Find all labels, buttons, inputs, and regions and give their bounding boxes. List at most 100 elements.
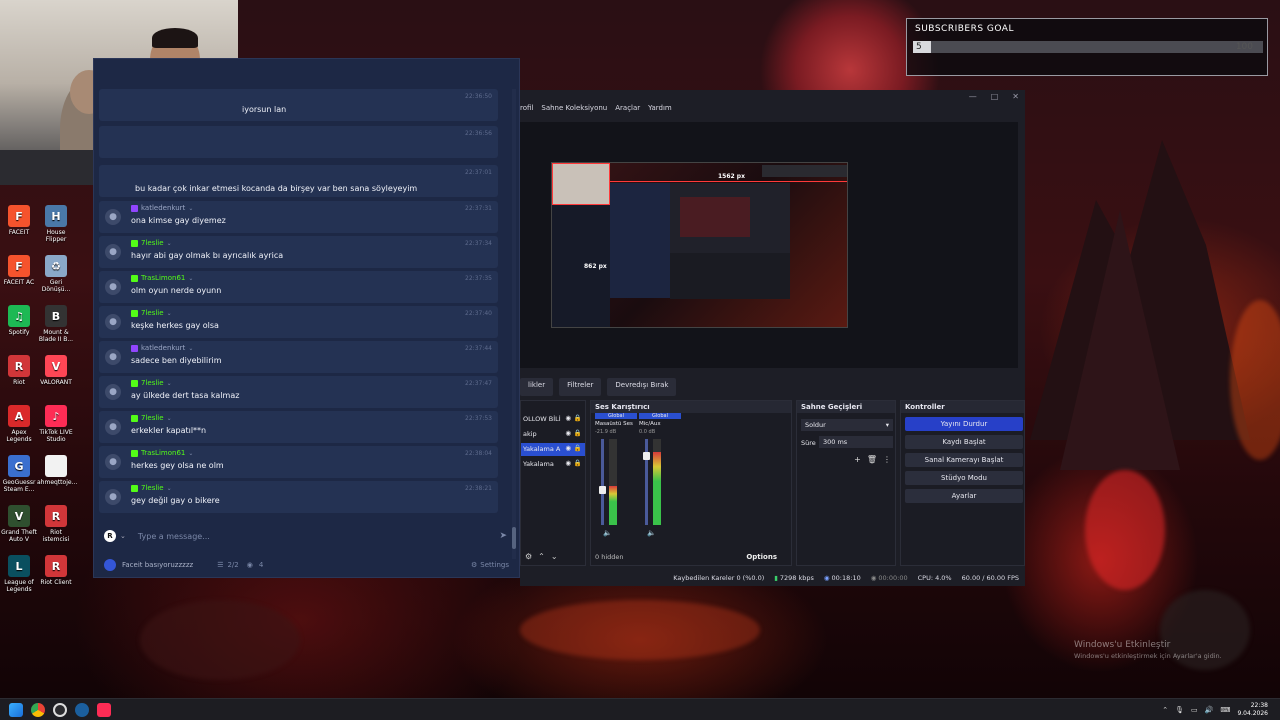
- desktop-icon[interactable]: H House Flipper: [37, 205, 75, 243]
- eye-icon[interactable]: ◉: [565, 429, 571, 437]
- minimize-icon[interactable]: —: [969, 92, 977, 101]
- chevron-up-icon[interactable]: ⌃: [1162, 706, 1168, 714]
- close-icon[interactable]: ✕: [1012, 92, 1019, 101]
- user-avatar[interactable]: ●: [105, 349, 121, 365]
- lock-icon[interactable]: 🔒: [574, 459, 582, 467]
- chat-username[interactable]: 7leslie ⌄: [131, 379, 172, 387]
- lock-icon[interactable]: 🔒: [574, 429, 582, 437]
- preview-canvas[interactable]: 1562 px 862 px: [551, 162, 848, 328]
- windows-start-icon[interactable]: [9, 703, 23, 717]
- chat-username[interactable]: katledenkurt ⌄: [131, 204, 193, 212]
- desktop-icon[interactable]: G GeoGuessr Steam E...: [0, 455, 38, 493]
- chat-message-row: ● 7leslie ⌄ erkekler kapatıl**n 22:37:53: [99, 411, 498, 443]
- chat-username[interactable]: katledenkurt ⌄: [131, 344, 193, 352]
- control-button[interactable]: Sanal Kamerayı Başlat: [905, 453, 1023, 467]
- network-icon[interactable]: ▭: [1191, 706, 1198, 714]
- user-avatar[interactable]: ●: [105, 454, 121, 470]
- gear-icon[interactable]: ⚙: [525, 552, 532, 561]
- trash-icon[interactable]: 🗑: [867, 455, 877, 464]
- desktop-icon[interactable]: ♫ Spotify: [0, 305, 38, 336]
- obs-menu-item[interactable]: Yardım: [648, 104, 672, 118]
- user-avatar[interactable]: ●: [105, 244, 121, 260]
- desktop-icon[interactable]: B Mount & Blade II B...: [37, 305, 75, 343]
- volume-fader[interactable]: [601, 439, 604, 525]
- source-item[interactable]: akip ◉ 🔒: [521, 428, 585, 441]
- mic-icon[interactable]: 🎙: [1175, 706, 1184, 714]
- move-up-icon[interactable]: ⌃: [538, 552, 545, 561]
- chat-username[interactable]: TrasLimon61 ⌄: [131, 274, 193, 282]
- duration-input[interactable]: 300 ms: [819, 436, 893, 448]
- source-toolbar-button[interactable]: Devredışı Bırak: [607, 378, 677, 396]
- settings-link[interactable]: Settings: [480, 561, 509, 569]
- obs-icon[interactable]: [53, 703, 67, 717]
- fader-knob[interactable]: [643, 451, 650, 460]
- send-icon[interactable]: ➤: [499, 531, 507, 541]
- desktop-icon[interactable]: R Riot: [0, 355, 38, 386]
- keyboard-icon[interactable]: ⌨: [1220, 706, 1230, 714]
- chat-input-bar[interactable]: R ⌄ Type a message... ➤: [94, 525, 519, 547]
- user-avatar[interactable]: ●: [105, 489, 121, 505]
- obs-menu-item[interactable]: rofil: [520, 104, 533, 118]
- chat-username[interactable]: 7leslie ⌄: [131, 414, 172, 422]
- user-avatar[interactable]: ●: [105, 384, 121, 400]
- obs-preview[interactable]: 1562 px 862 px: [520, 122, 1018, 368]
- control-button[interactable]: Kaydı Başlat: [905, 435, 1023, 449]
- options-button[interactable]: Options: [746, 553, 777, 561]
- desktop-icon-label: ahmeqttoje...: [37, 479, 78, 486]
- chat-username[interactable]: 7leslie ⌄: [131, 309, 172, 317]
- gear-icon[interactable]: ⚙: [471, 561, 477, 569]
- desktop-icon[interactable]: L League of Legends: [0, 555, 38, 593]
- source-toolbar-button[interactable]: likler: [520, 378, 554, 396]
- transition-select[interactable]: Soldur ▾: [801, 419, 893, 431]
- desktop-icon[interactable]: R Riot istemcisi: [37, 505, 75, 543]
- desktop-icon[interactable]: ♻ Geri Dönüşü...: [37, 255, 75, 293]
- user-avatar[interactable]: ●: [105, 209, 121, 225]
- clock[interactable]: 22:38 9.04.2026: [1237, 702, 1268, 718]
- desktop-icon[interactable]: V Grand Theft Auto V: [0, 505, 38, 543]
- desktop-icon[interactable]: R Riot Client: [37, 555, 75, 586]
- chat-username[interactable]: TrasLimon61 ⌄: [131, 449, 193, 457]
- user-avatar[interactable]: ●: [105, 279, 121, 295]
- lock-icon[interactable]: 🔒: [574, 414, 582, 422]
- control-button[interactable]: Yayını Durdur: [905, 417, 1023, 431]
- desktop-icon[interactable]: V VALORANT: [37, 355, 75, 386]
- eye-icon[interactable]: ◉: [565, 414, 571, 422]
- obs-menu-item[interactable]: Araçlar: [615, 104, 640, 118]
- chrome-icon[interactable]: [31, 703, 45, 717]
- move-down-icon[interactable]: ⌄: [551, 552, 558, 561]
- more-icon[interactable]: ⋮: [883, 455, 891, 464]
- steam-icon[interactable]: [75, 703, 89, 717]
- chevron-down-icon: ⌄: [188, 449, 194, 457]
- channel-name[interactable]: Mic/Aux: [639, 421, 681, 427]
- control-button[interactable]: Ayarlar: [905, 489, 1023, 503]
- user-avatar[interactable]: ●: [105, 314, 121, 330]
- desktop-icon[interactable]: F FACEIT: [0, 205, 38, 236]
- maximize-icon[interactable]: □: [991, 92, 999, 101]
- desktop-icon[interactable]: ahmeqttoje...: [37, 455, 78, 486]
- chat-username[interactable]: 7leslie ⌄: [131, 239, 172, 247]
- eye-icon[interactable]: ◉: [565, 459, 571, 467]
- source-item[interactable]: OLLOW BİLİ ◉ 🔒: [521, 413, 585, 426]
- chat-username[interactable]: 7leslie ⌄: [131, 484, 172, 492]
- control-button[interactable]: Stüdyo Modu: [905, 471, 1023, 485]
- chat-message-input[interactable]: Type a message...: [138, 532, 210, 541]
- desktop-icon[interactable]: A Apex Legends: [0, 405, 38, 443]
- chat-scrollbar[interactable]: [512, 89, 516, 559]
- chevron-down-icon[interactable]: ⌄: [120, 532, 126, 540]
- eye-icon[interactable]: ◉: [565, 444, 571, 452]
- source-item[interactable]: Yakalama ◉ 🔒: [521, 458, 585, 471]
- speaker-icon[interactable]: 🔈: [647, 529, 656, 537]
- obs-menu-item[interactable]: Sahne Koleksiyonu: [541, 104, 607, 118]
- user-avatar[interactable]: ●: [105, 419, 121, 435]
- volume-icon[interactable]: 🔊: [1205, 706, 1214, 714]
- add-icon[interactable]: +: [854, 455, 861, 464]
- tiktok-icon[interactable]: [97, 703, 111, 717]
- desktop-icon[interactable]: ♪ TikTok LIVE Studio: [37, 405, 75, 443]
- lock-icon[interactable]: 🔒: [574, 444, 582, 452]
- fader-knob[interactable]: [599, 486, 606, 495]
- source-item[interactable]: Yakalama A ◉ 🔒: [521, 443, 585, 456]
- channel-name[interactable]: Masaüstü Ses: [595, 421, 637, 427]
- desktop-icon[interactable]: F FACEIT AC: [0, 255, 38, 286]
- speaker-icon[interactable]: 🔈: [603, 529, 612, 537]
- source-toolbar-button[interactable]: Filtreler: [559, 378, 602, 396]
